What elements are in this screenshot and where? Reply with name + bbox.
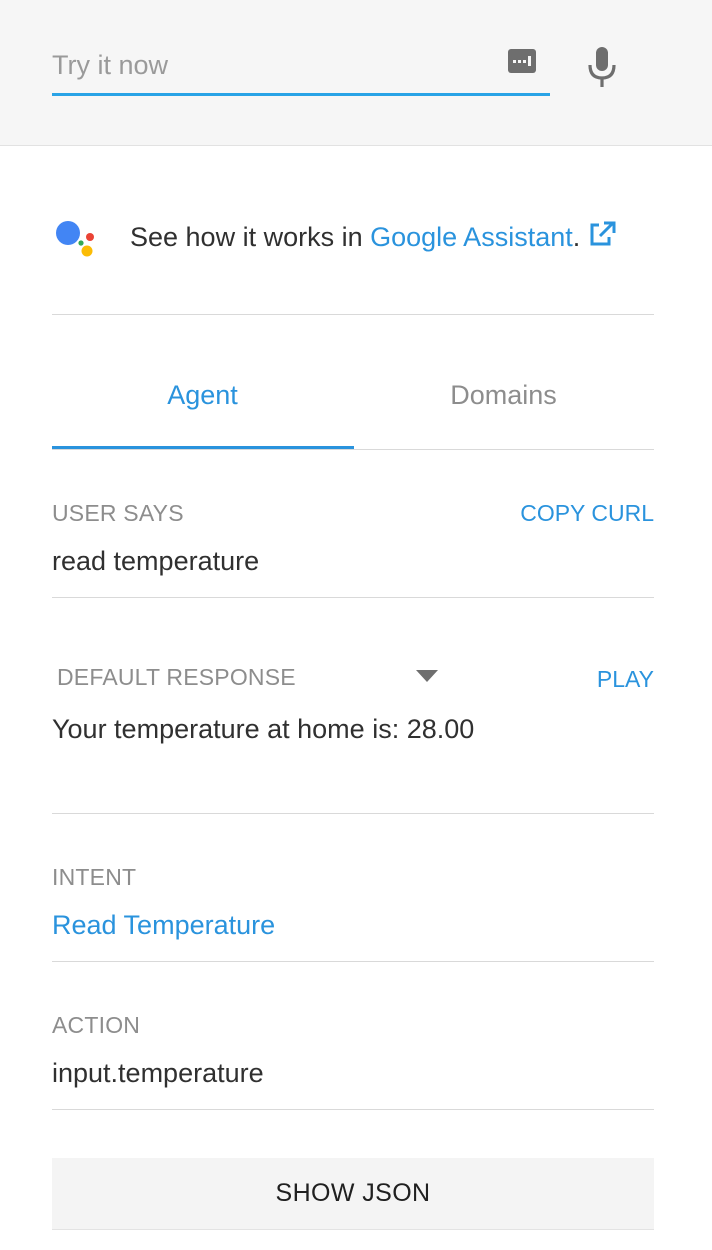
divider: [52, 961, 654, 962]
play-button[interactable]: PLAY: [597, 666, 654, 693]
tab-agent[interactable]: Agent: [52, 358, 353, 450]
keyboard-icon: [508, 49, 536, 73]
intent-link[interactable]: Read Temperature: [52, 910, 275, 941]
default-response-label: DEFAULT RESPONSE: [57, 664, 296, 690]
action-label: ACTION: [52, 1012, 141, 1038]
user-says-value: read temperature: [52, 546, 260, 576]
divider: [52, 813, 654, 814]
assistant-suffix: .: [572, 222, 581, 252]
divider: [52, 314, 654, 315]
tab-domains[interactable]: Domains: [353, 358, 654, 450]
default-response-value: Your temperature at home is: 28.00: [52, 714, 475, 744]
action-value: input.temperature: [52, 1058, 264, 1088]
google-assistant-link[interactable]: Google Assistant: [370, 222, 573, 252]
tab-bar: Agent Domains: [52, 358, 654, 450]
copy-curl-button[interactable]: COPY CURL: [520, 500, 654, 527]
assistant-prefix: See how it works in: [130, 222, 371, 252]
microphone-button[interactable]: [584, 44, 620, 90]
user-says-label: USER SAYS: [52, 500, 184, 526]
dropdown-caret-icon[interactable]: [416, 670, 438, 682]
try-it-bar: [0, 0, 712, 146]
external-link-icon[interactable]: [588, 221, 616, 247]
google-assistant-row: See how it works in Google Assistant.: [52, 210, 654, 266]
microphone-icon: [588, 47, 616, 87]
intent-label: INTENT: [52, 864, 137, 890]
tab-bar-divider: [52, 449, 654, 450]
google-assistant-logo-icon: [56, 221, 94, 257]
assistant-promo-text: See how it works in Google Assistant.: [130, 221, 616, 253]
try-it-input[interactable]: [52, 44, 550, 96]
divider: [52, 597, 654, 598]
keyboard-button[interactable]: [505, 44, 539, 78]
show-json-button[interactable]: SHOW JSON: [52, 1158, 654, 1230]
divider: [52, 1109, 654, 1110]
